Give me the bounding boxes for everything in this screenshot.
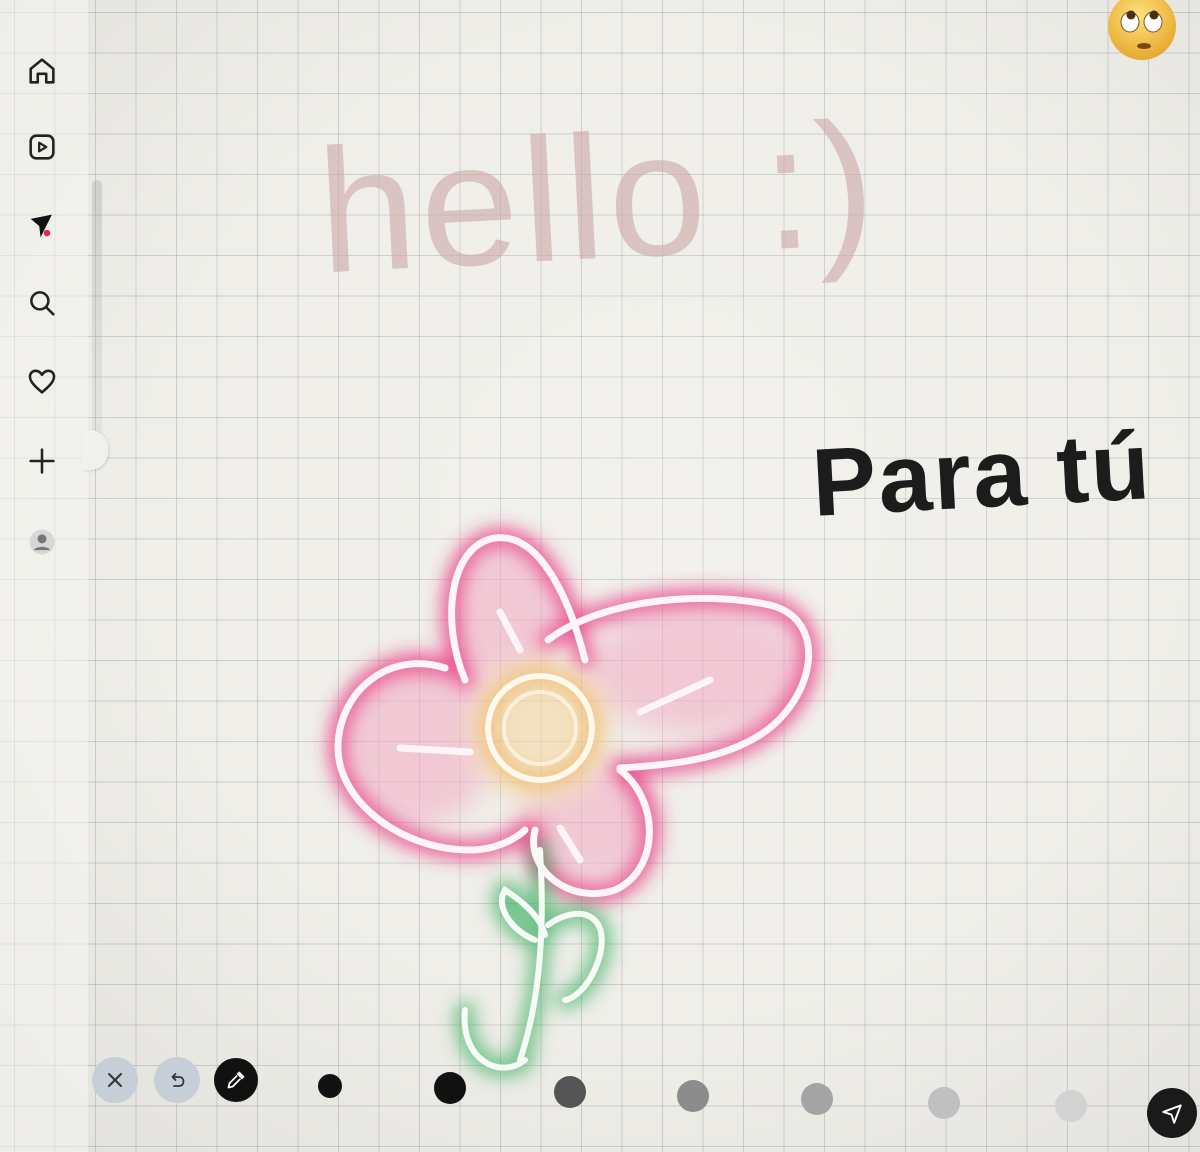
eyedropper-button[interactable] xyxy=(214,1058,258,1102)
close-icon xyxy=(108,1073,122,1087)
search-icon xyxy=(30,291,55,316)
sidebar-item-create[interactable] xyxy=(20,439,64,483)
neon-flower-drawing xyxy=(328,528,818,1077)
close-button[interactable] xyxy=(92,1057,138,1103)
stem-glow xyxy=(455,841,611,1077)
brush-color-swatch-2[interactable] xyxy=(434,1072,466,1104)
sidebar-item-home[interactable] xyxy=(20,49,64,93)
send-button[interactable] xyxy=(1147,1088,1197,1138)
brush-color-swatch-5[interactable] xyxy=(801,1083,833,1115)
sidebar-item-notifications[interactable] xyxy=(20,359,64,403)
eyedropper-icon xyxy=(227,1071,245,1089)
undo-icon xyxy=(171,1073,185,1087)
paper-plane-icon xyxy=(30,214,52,238)
brush-color-swatch-3[interactable] xyxy=(554,1076,586,1108)
plus-icon xyxy=(29,448,55,474)
profile-icon xyxy=(29,529,55,555)
eye-roll-emoji xyxy=(1108,0,1176,60)
sidebar-item-reels[interactable] xyxy=(20,125,64,169)
scrollbar-track[interactable] xyxy=(92,180,102,470)
home-icon xyxy=(29,58,55,84)
sidebar-item-profile[interactable] xyxy=(20,520,64,564)
brush-color-swatch-1[interactable] xyxy=(318,1074,342,1098)
undo-button[interactable] xyxy=(154,1057,200,1103)
send-icon xyxy=(1162,1104,1182,1124)
sidebar-item-messages[interactable] xyxy=(20,204,64,248)
sidebar-item-search[interactable] xyxy=(20,281,64,325)
heart-icon xyxy=(28,369,56,394)
brush-color-swatch-7[interactable] xyxy=(1055,1090,1087,1122)
petal-fills xyxy=(345,540,810,880)
brush-color-swatch-6[interactable] xyxy=(928,1087,960,1119)
brush-color-swatch-4[interactable] xyxy=(677,1080,709,1112)
reels-icon xyxy=(29,134,55,160)
sidebar xyxy=(0,0,88,1152)
